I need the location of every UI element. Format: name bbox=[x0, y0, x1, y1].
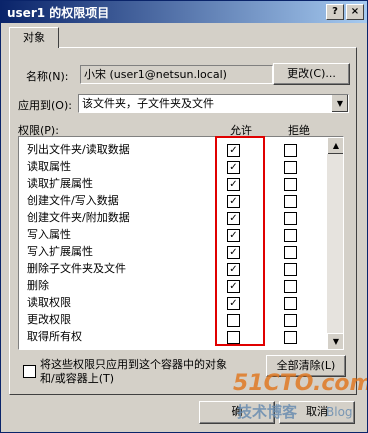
permission-name: 删除 bbox=[27, 279, 49, 292]
change-button[interactable]: 更改(C)... bbox=[273, 63, 350, 85]
permission-name: 创建文件夹/附加数据 bbox=[27, 211, 130, 224]
permission-row: 删除 bbox=[27, 277, 49, 294]
help-button[interactable]: ? bbox=[326, 4, 344, 20]
permission-row: 删除子文件夹及文件 bbox=[27, 260, 126, 277]
deny-checkbox[interactable] bbox=[284, 229, 297, 242]
deny-checkbox[interactable] bbox=[284, 314, 297, 327]
principal-name-field: 小宋 (user1@netsun.local) bbox=[80, 65, 273, 84]
deny-checkbox[interactable] bbox=[284, 144, 297, 157]
apply-to-label: 应用到(O): bbox=[18, 99, 72, 112]
permission-row: 写入属性 bbox=[27, 226, 71, 243]
allow-column-highlight bbox=[215, 136, 265, 346]
permission-name: 更改权限 bbox=[27, 313, 71, 326]
watermark-blog-cn: 技术博客 bbox=[237, 403, 298, 421]
watermark-site: 51CTO.com bbox=[233, 371, 368, 396]
permission-name: 创建文件/写入数据 bbox=[27, 194, 119, 207]
permission-row: 列出文件夹/读取数据 bbox=[27, 141, 130, 158]
scroll-down-icon[interactable]: ▼ bbox=[327, 333, 343, 349]
name-label: 名称(N): bbox=[26, 70, 69, 83]
chevron-down-icon[interactable]: ▼ bbox=[331, 95, 348, 112]
permission-row: 更改权限 bbox=[27, 311, 71, 328]
permission-row: 取得所有权 bbox=[27, 328, 82, 345]
permission-row: 创建文件夹/附加数据 bbox=[27, 209, 130, 226]
permission-name: 写入属性 bbox=[27, 228, 71, 241]
deny-checkbox[interactable] bbox=[284, 195, 297, 208]
deny-checkbox[interactable] bbox=[284, 331, 297, 344]
permission-row: 读取属性 bbox=[27, 158, 71, 175]
deny-checkbox[interactable] bbox=[284, 280, 297, 293]
deny-checkbox[interactable] bbox=[284, 212, 297, 225]
apply-to-dropdown[interactable]: 该文件夹，子文件夹及文件 ▼ bbox=[78, 94, 349, 113]
watermark-blog: Blog bbox=[326, 405, 353, 419]
permission-name: 读取扩展属性 bbox=[27, 177, 93, 190]
permission-name: 写入扩展属性 bbox=[27, 245, 93, 258]
scrollbar[interactable]: ▲ ▼ bbox=[327, 137, 343, 349]
apply-to-container-label-line2: 和/或容器上(T) bbox=[40, 372, 115, 385]
apply-to-container-checkbox[interactable] bbox=[23, 365, 36, 378]
permission-name: 删除子文件夹及文件 bbox=[27, 262, 126, 275]
deny-checkbox[interactable] bbox=[284, 161, 297, 174]
permissions-list: 列出文件夹/读取数据 ✓ 读取属性 ✓ 读取扩展属性 ✓ 创建文件/写入数据 ✓ 创建文件夹/附… bbox=[18, 136, 344, 350]
permission-row: 创建文件/写入数据 bbox=[27, 192, 119, 209]
deny-checkbox[interactable] bbox=[284, 246, 297, 259]
deny-checkbox[interactable] bbox=[284, 263, 297, 276]
permission-name: 列出文件夹/读取数据 bbox=[27, 143, 130, 156]
deny-checkbox[interactable] bbox=[284, 297, 297, 310]
close-button[interactable]: × bbox=[346, 4, 364, 20]
scroll-up-icon[interactable]: ▲ bbox=[327, 137, 343, 154]
permission-row: 读取扩展属性 bbox=[27, 175, 93, 192]
apply-to-value: 该文件夹，子文件夹及文件 bbox=[82, 97, 214, 110]
permission-row: 读取权限 bbox=[27, 294, 71, 311]
permission-entry-dialog: user1 的权限项目 ? × 对象 名称(N): 小宋 (user1@nets… bbox=[0, 0, 368, 433]
tab-object[interactable]: 对象 bbox=[9, 27, 59, 48]
permission-name: 读取权限 bbox=[27, 296, 71, 309]
permission-name: 读取属性 bbox=[27, 160, 71, 173]
object-tab-panel: 名称(N): 小宋 (user1@netsun.local) 更改(C)... … bbox=[9, 47, 357, 395]
permission-row: 写入扩展属性 bbox=[27, 243, 93, 260]
window-title: user1 的权限项目 bbox=[7, 6, 110, 20]
title-bar: user1 的权限项目 ? × bbox=[1, 1, 367, 23]
deny-checkbox[interactable] bbox=[284, 178, 297, 191]
permission-name: 取得所有权 bbox=[27, 330, 82, 343]
